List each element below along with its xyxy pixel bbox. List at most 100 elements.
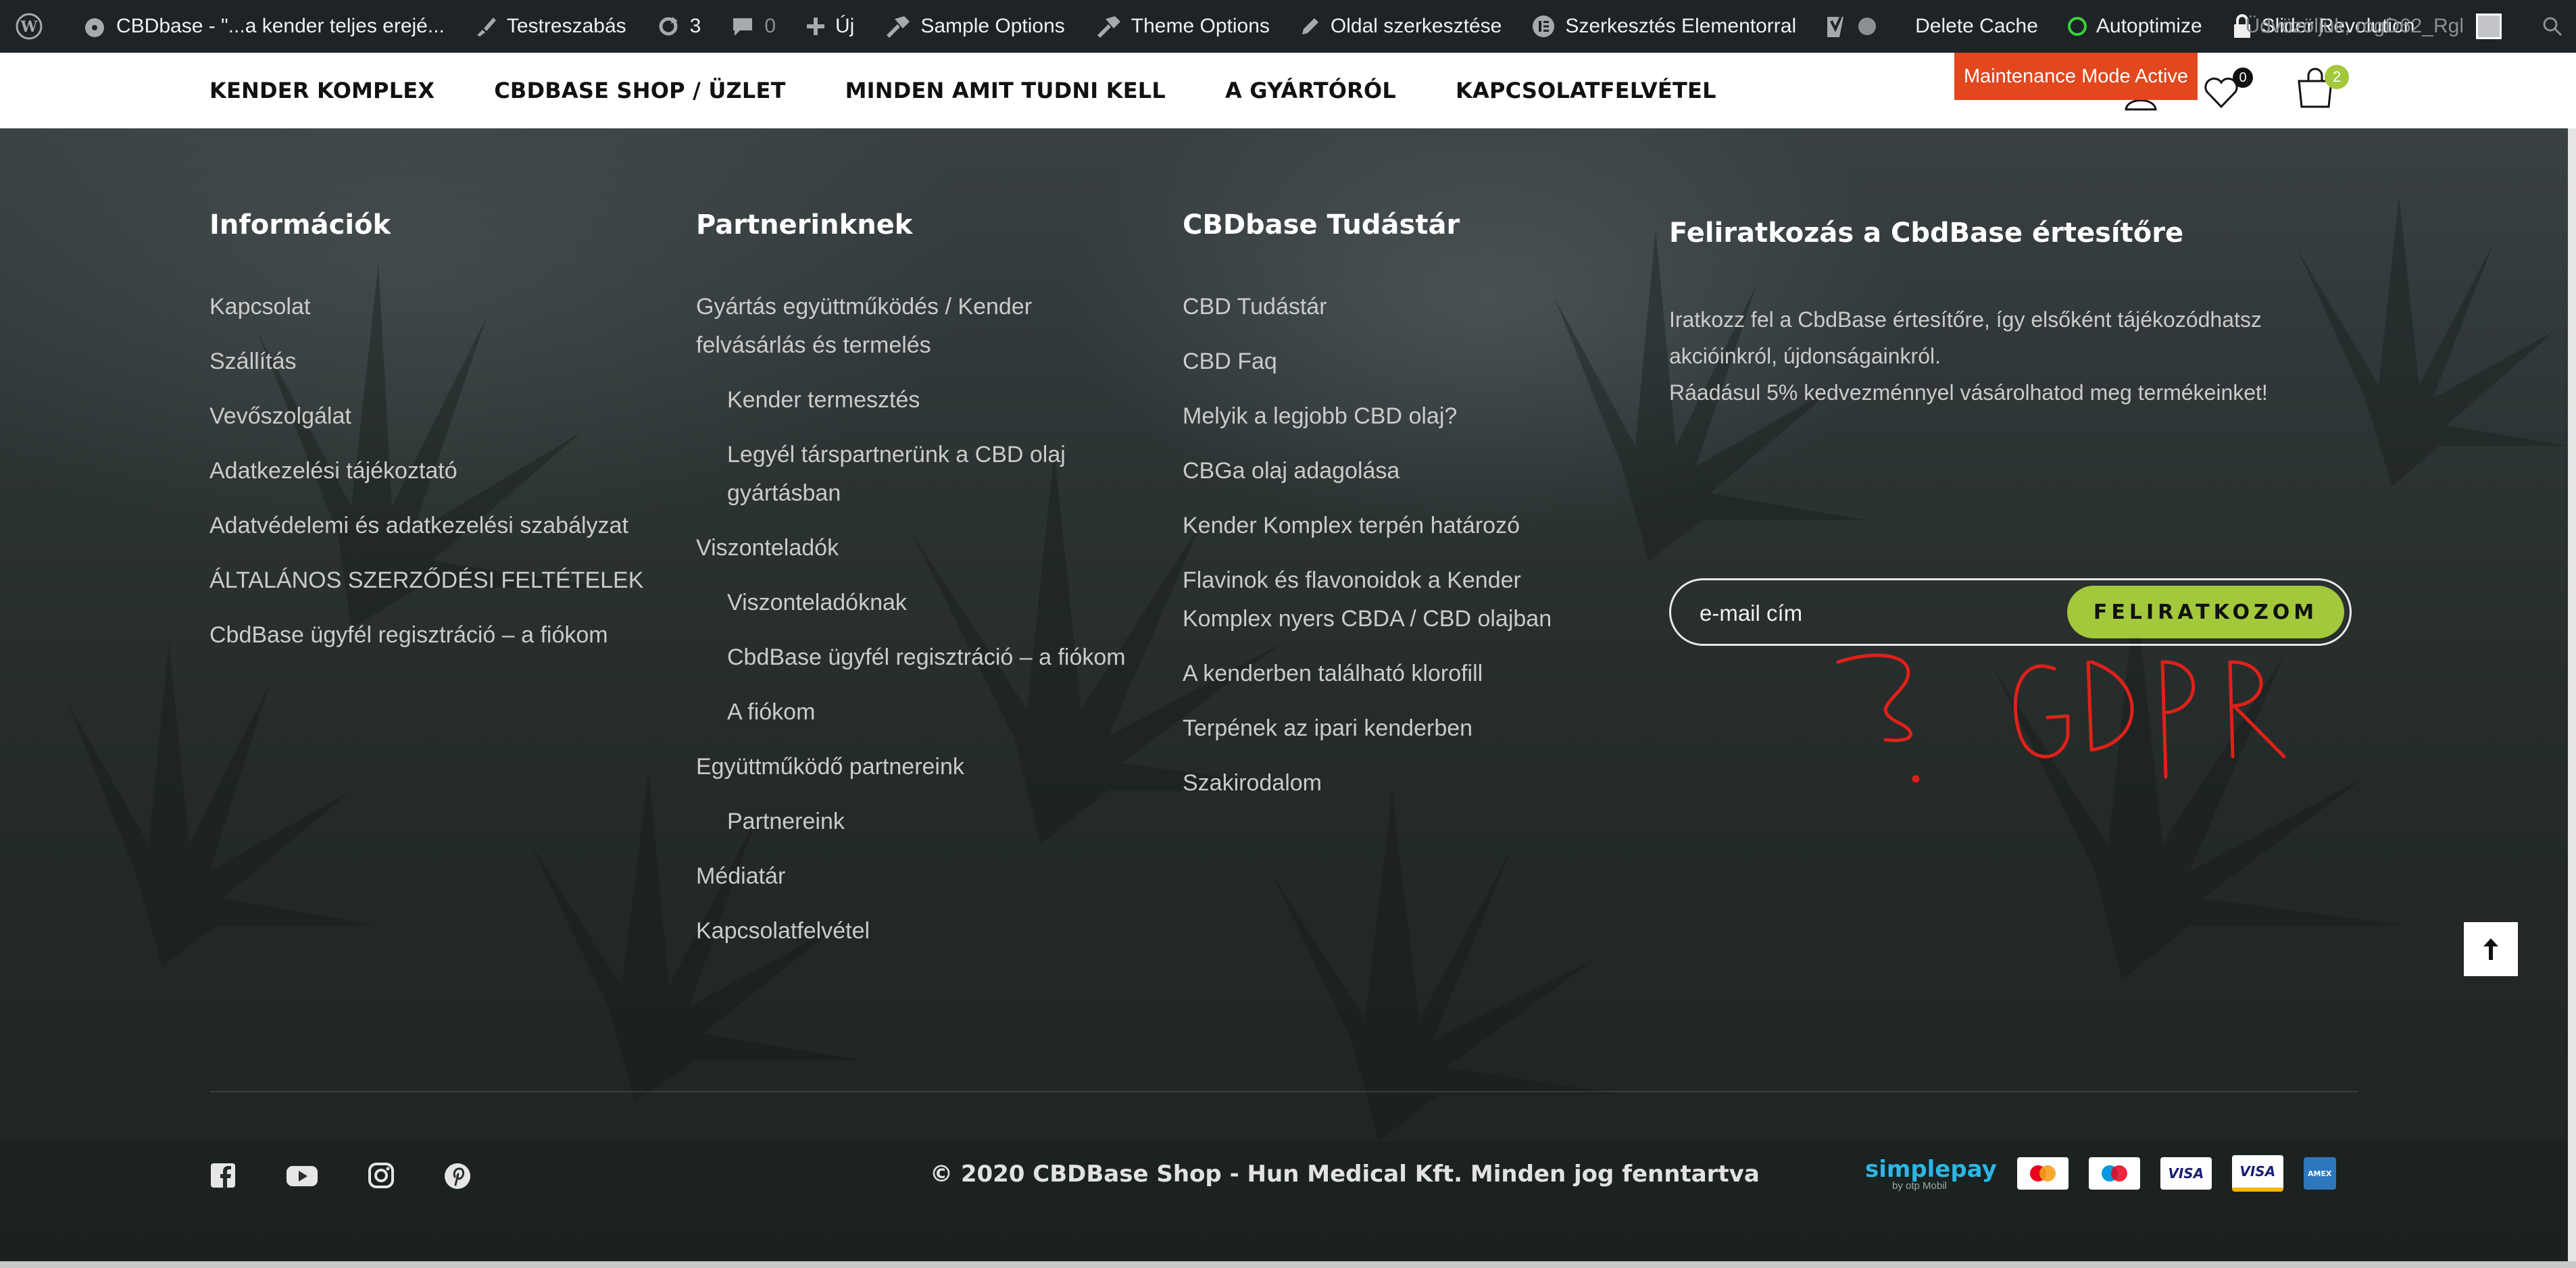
footer-link[interactable]: Vevőszolgálat xyxy=(209,397,669,436)
mastercard-icon xyxy=(2016,1157,2069,1190)
main-navigation: KENDER KOMPLEX CBDBASE SHOP / ÜZLET MIND… xyxy=(209,53,1776,128)
edit-elementor-link[interactable]: Szerkesztés Elementorral xyxy=(1516,0,1811,53)
hammer-icon xyxy=(887,16,910,38)
facebook-icon[interactable] xyxy=(209,1162,237,1190)
payment-methods: simplepay by otp Mobil VISA VISA AMEX xyxy=(1865,1155,2336,1192)
vertical-scrollbar[interactable] xyxy=(2568,128,2576,1261)
social-links xyxy=(209,1162,520,1190)
footer-link[interactable]: Médiatár xyxy=(696,857,1156,896)
newsletter-title: Feliratkozás a CbdBase értesítőre xyxy=(1669,218,2184,249)
wishlist-count-badge: 0 xyxy=(2233,68,2253,88)
footer-link[interactable]: Kender Komplex terpén határozó xyxy=(1183,507,1602,545)
hammer-icon xyxy=(1097,16,1120,38)
footer-link[interactable]: Flavinok és flavonoidok a Kender Komplex… xyxy=(1183,561,1588,638)
new-content-menu[interactable]: Új xyxy=(791,0,869,53)
footer-link[interactable]: Szállítás xyxy=(209,343,669,381)
footer-link[interactable]: Kapcsolatfelvétel xyxy=(696,912,1156,950)
footer-link[interactable]: Terpének az ipari kenderben xyxy=(1183,709,1602,748)
footer-sublink[interactable]: Legyél társpartnerünk a CBD olaj gyártás… xyxy=(696,436,1133,513)
subscribe-button[interactable]: FELIRATKOZOM xyxy=(2067,586,2344,638)
nav-item-kapcsolatfelvetel[interactable]: KAPCSOLATFELVÉTEL xyxy=(1456,78,1716,103)
footer-link[interactable]: CBD Tudástár xyxy=(1183,288,1602,326)
email-field[interactable] xyxy=(1698,592,2079,634)
footer-link[interactable]: Gyártás együttműködés / Kender felvásárl… xyxy=(696,288,1101,365)
footer-sublink[interactable]: Viszonteladóknak xyxy=(696,584,1156,622)
site-footer: Információk Kapcsolat Szállítás Vevőszol… xyxy=(0,128,2568,1261)
site-title: CBDbase - "...a kender teljes erejé... xyxy=(116,15,445,37)
scroll-to-top-button[interactable] xyxy=(2464,922,2518,976)
footer-column-newsletter: Feliratkozás a CbdBase értesítőre Iratko… xyxy=(1669,218,2352,411)
nav-item-a-gyartorol[interactable]: A GYÁRTÓRÓL xyxy=(1225,78,1396,103)
footer-sublink[interactable]: A fiókom xyxy=(696,693,1156,732)
autoptimize-menu[interactable]: Autoptimize xyxy=(2053,0,2217,53)
footer-column-informaciok: Információk Kapcsolat Szállítás Vevőszol… xyxy=(209,209,669,671)
footer-link[interactable]: Kapcsolat xyxy=(209,288,669,326)
comment-icon xyxy=(733,18,753,36)
footer-sublink[interactable]: Partnereink xyxy=(696,803,1156,841)
theme-options-link[interactable]: Theme Options xyxy=(1080,0,1285,53)
pinterest-icon[interactable] xyxy=(443,1162,472,1190)
cart-count-badge: 2 xyxy=(2325,65,2349,89)
horizontal-scrollbar[interactable] xyxy=(0,1261,2576,1268)
footer-link[interactable]: Adatkezelési tájékoztató xyxy=(209,452,669,490)
avatar xyxy=(2476,14,2502,39)
nav-item-kender-komplex[interactable]: KENDER KOMPLEX xyxy=(209,78,435,103)
plus-icon xyxy=(807,18,824,35)
search-icon xyxy=(2543,17,2562,36)
nav-item-shop[interactable]: CBDBASE SHOP / ÜZLET xyxy=(494,78,785,103)
seo-status-dot-icon xyxy=(1858,18,1877,35)
footer-sublink[interactable]: CbdBase ügyfél regisztráció – a fiókom xyxy=(696,638,1156,677)
newsletter-form: FELIRATKOZOM xyxy=(1669,578,2352,646)
wordpress-logo-button[interactable]: W xyxy=(0,0,68,53)
copyright-text: © 2020 CBDBase Shop - Hun Medical Kft. M… xyxy=(930,1161,1760,1188)
elementor-icon xyxy=(1533,16,1555,37)
maintenance-mode-notice[interactable]: Maintenance Mode Active xyxy=(1954,53,2198,100)
footer-link[interactable]: A kenderben található klorofill xyxy=(1183,655,1602,693)
admin-search-button[interactable] xyxy=(2542,16,2562,42)
footer-column-partnerinknek: Partnerinknek Gyártás együttműködés / Ke… xyxy=(696,209,1156,967)
svg-text:W: W xyxy=(20,18,38,36)
footer-column-title: Információk xyxy=(209,209,391,240)
customize-link[interactable]: Testreszabás xyxy=(460,0,641,53)
footer-link[interactable]: CBGa olaj adagolása xyxy=(1183,452,1602,490)
comments-link[interactable]: 0 xyxy=(716,0,791,53)
site-name-menu[interactable]: CBDbase - "...a kender teljes erejé... xyxy=(68,0,460,53)
footer-column-title: CBDbase Tudástár xyxy=(1183,209,1460,240)
visa-electron-icon: VISA xyxy=(2231,1155,2283,1192)
arrow-up-icon xyxy=(2483,938,2498,960)
footer-column-title: Partnerinknek xyxy=(696,209,913,240)
dashboard-icon xyxy=(85,18,104,37)
footer-link[interactable]: CBD Faq xyxy=(1183,343,1602,381)
maestro-icon xyxy=(2088,1157,2140,1190)
footer-link[interactable]: Szakirodalom xyxy=(1183,764,1602,803)
brush-icon xyxy=(476,18,496,36)
footer-link[interactable]: Együttműködő partnereink xyxy=(696,748,1156,786)
edit-page-link[interactable]: Oldal szerkesztése xyxy=(1285,0,1516,53)
wordpress-icon: W xyxy=(16,13,43,40)
yoast-menu[interactable] xyxy=(1811,0,1900,53)
refresh-icon xyxy=(659,17,678,36)
gdpr-handwritten-annotation xyxy=(1836,653,2286,783)
delete-cache-link[interactable]: Delete Cache xyxy=(1900,0,2053,53)
pencil-icon xyxy=(1302,18,1318,34)
footer-link[interactable]: Melyik a legjobb CBD olaj? xyxy=(1183,397,1602,436)
amex-icon: AMEX xyxy=(2303,1157,2336,1190)
status-ring-icon xyxy=(2067,17,2087,36)
footer-link[interactable]: ÁLTALÁNOS SZERZŐDÉSI FELTÉTELEK xyxy=(209,561,669,600)
yoast-icon xyxy=(1827,16,1844,37)
footer-link[interactable]: Adatvédelemi és adatkezelési szabályzat xyxy=(209,507,669,545)
updates-link[interactable]: 3 xyxy=(641,0,716,53)
admin-bar: W CBDbase - "...a kender teljes erejé...… xyxy=(0,0,2576,53)
newsletter-description: Iratkozz fel a CbdBase értesítőre, így e… xyxy=(1669,307,2262,368)
sample-options-link[interactable]: Sample Options xyxy=(869,0,1079,53)
footer-sublink[interactable]: Kender termesztés xyxy=(696,381,1156,420)
visa-icon: VISA xyxy=(2160,1157,2212,1190)
youtube-icon[interactable] xyxy=(285,1162,319,1190)
instagram-icon[interactable] xyxy=(368,1162,395,1190)
newsletter-discount-text: Ráadásul 5% kedvezménnyel vásárolhatod m… xyxy=(1669,380,2268,405)
footer-column-tudastar: CBDbase Tudástár CBD Tudástár CBD Faq Me… xyxy=(1183,209,1602,819)
user-account-menu[interactable]: Üdvözöljük, rogD62_Rgl xyxy=(2246,0,2502,53)
footer-link[interactable]: Viszonteladók xyxy=(696,529,1156,567)
footer-link[interactable]: CbdBase ügyfél regisztráció – a fiókom xyxy=(209,616,669,655)
nav-item-minden-amit-tudni-kell[interactable]: MINDEN AMIT TUDNI KELL xyxy=(845,78,1166,103)
